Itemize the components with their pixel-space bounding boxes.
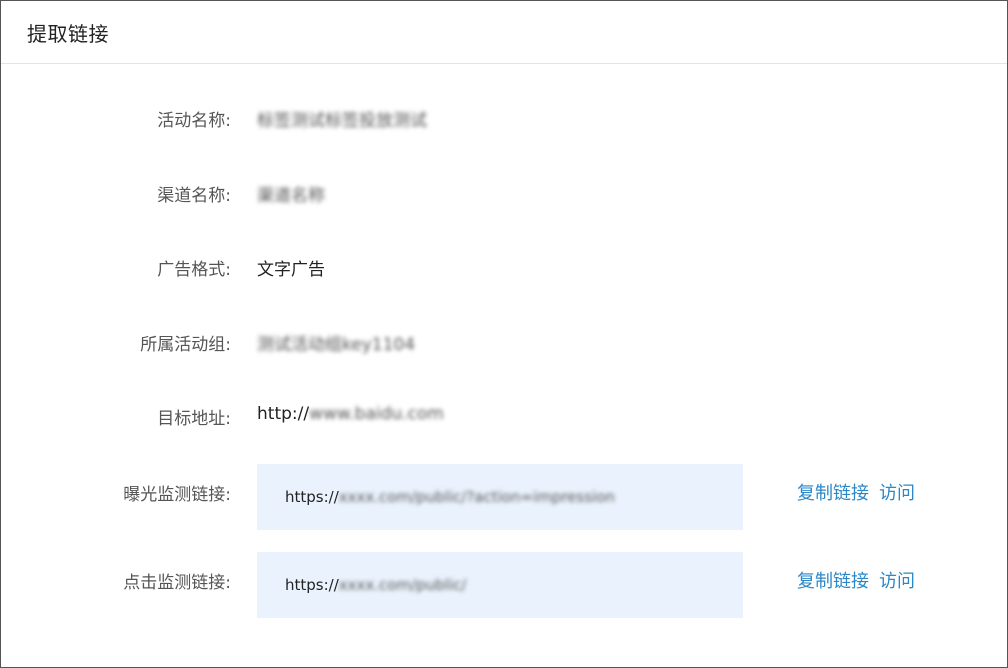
exposure-monitor-row: 曝光监测链接: https://xxxx.com/public/?action=… <box>1 464 1007 530</box>
ad-format-value: 文字广告 <box>257 260 325 280</box>
exposure-monitor-link-box: https://xxxx.com/public/?action=impressi… <box>257 464 743 530</box>
click-actions: 复制链接 访问 <box>797 567 925 593</box>
ad-format-row: 广告格式: 文字广告 <box>1 253 1007 281</box>
channel-name-value: 渠道名称 <box>257 181 325 206</box>
ad-format-label: 广告格式: <box>157 260 231 280</box>
extract-link-dialog: 提取链接 活动名称: 标签测试标签投放测试 渠道名称: 渠道名称 广告格式: 文… <box>0 0 1008 668</box>
exposure-url-rest: xxxx.com/public/?action=impression <box>338 488 615 506</box>
activity-name-text: 标签测试标签投放测试 <box>257 111 427 131</box>
activity-group-row: 所属活动组: 测试活动组key1104 <box>1 328 1007 356</box>
target-url-label: 目标地址: <box>157 409 231 429</box>
exposure-copy-link-button[interactable]: 复制链接 <box>797 483 869 504</box>
click-monitor-row: 点击监测链接: https://xxxx.com/public/ 复制链接 访问 <box>1 552 1007 618</box>
dialog-header: 提取链接 <box>1 1 1007 64</box>
target-url-value: http://www.baidu.com <box>257 404 444 424</box>
activity-name-label: 活动名称: <box>157 111 231 131</box>
click-monitor-link-box: https://xxxx.com/public/ <box>257 552 743 618</box>
target-url-prefix: http:// <box>257 404 310 424</box>
activity-group-label: 所属活动组: <box>140 335 231 355</box>
activity-group-text: 测试活动组key1104 <box>257 335 416 355</box>
exposure-actions: 复制链接 访问 <box>797 479 925 505</box>
dialog-body: 活动名称: 标签测试标签投放测试 渠道名称: 渠道名称 广告格式: 文字广告 所… <box>1 64 1007 667</box>
click-copy-link-button[interactable]: 复制链接 <box>797 571 869 592</box>
click-url-prefix: https:// <box>285 576 339 594</box>
channel-name-row: 渠道名称: 渠道名称 <box>1 179 1007 207</box>
click-visit-button[interactable]: 访问 <box>879 571 915 592</box>
exposure-monitor-label: 曝光监测链接: <box>123 485 231 505</box>
click-url-rest: xxxx.com/public/ <box>338 576 467 594</box>
channel-name-text: 渠道名称 <box>257 186 325 206</box>
exposure-visit-button[interactable]: 访问 <box>879 483 915 504</box>
dialog-title: 提取链接 <box>27 21 109 46</box>
target-url-rest: www.baidu.com <box>309 404 444 424</box>
click-monitor-label: 点击监测链接: <box>123 573 231 593</box>
activity-name-value: 标签测试标签投放测试 <box>257 106 427 131</box>
activity-group-value: 测试活动组key1104 <box>257 330 415 355</box>
activity-name-row: 活动名称: 标签测试标签投放测试 <box>1 104 1007 132</box>
target-url-row: 目标地址: http://www.baidu.com <box>1 402 1007 430</box>
channel-name-label: 渠道名称: <box>157 186 231 206</box>
exposure-url-prefix: https:// <box>285 488 339 506</box>
